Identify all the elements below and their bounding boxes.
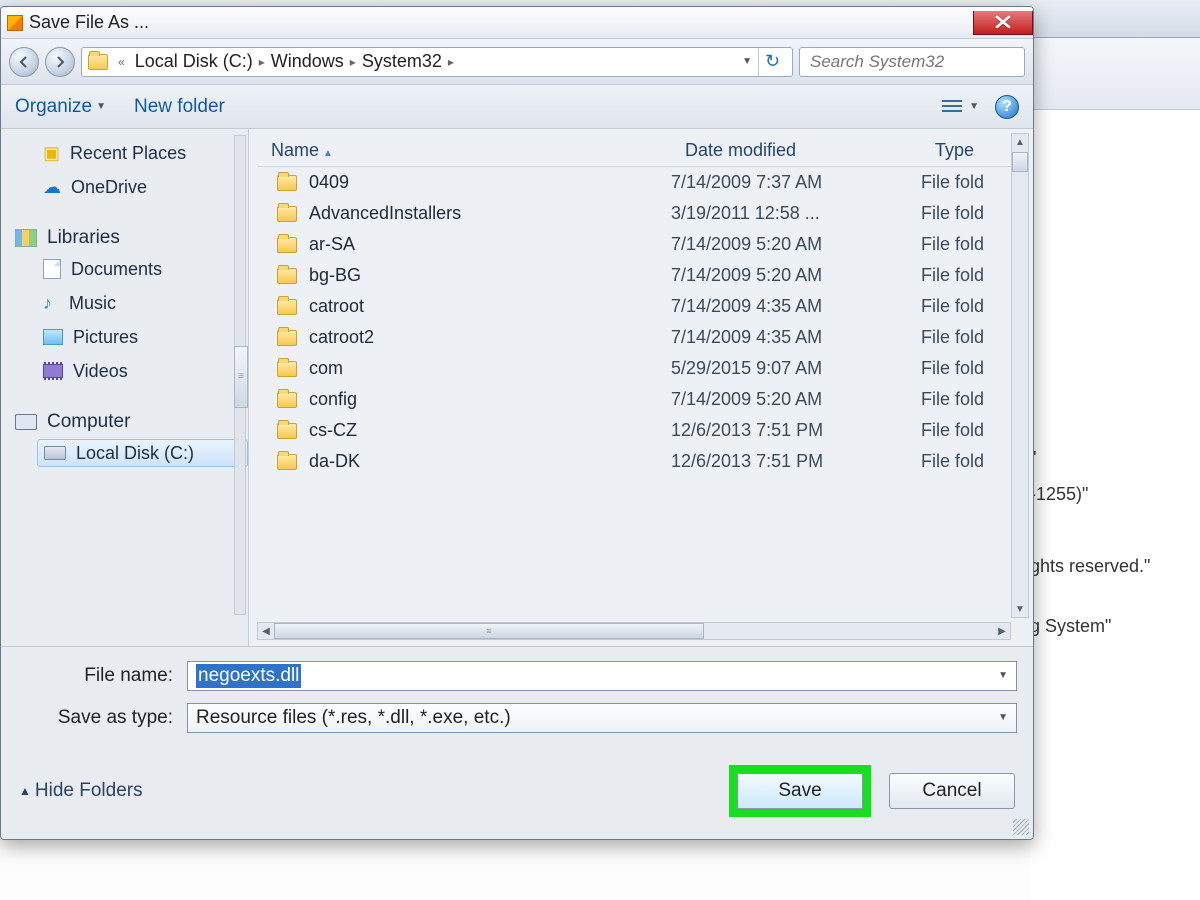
- sidebar: ▣ Recent Places ☁ OneDrive Libraries Doc…: [1, 129, 249, 646]
- file-row[interactable]: AdvancedInstallers3/19/2011 12:58 ...Fil…: [257, 198, 1011, 229]
- folder-icon: [277, 268, 297, 284]
- chevron-up-icon: ▲: [19, 784, 31, 798]
- help-button[interactable]: ?: [995, 95, 1019, 119]
- search-box[interactable]: [799, 47, 1025, 77]
- vscroll-thumb[interactable]: [1012, 152, 1028, 172]
- back-button[interactable]: [9, 47, 39, 77]
- column-name[interactable]: Name: [271, 140, 319, 160]
- sidebar-onedrive[interactable]: ☁ OneDrive: [37, 173, 248, 201]
- file-vscrollbar[interactable]: ▲ ▼: [1011, 133, 1029, 618]
- file-list-pane: Name ▲ Date modified Type 04097/14/2009 7…: [249, 129, 1033, 646]
- file-row[interactable]: config7/14/2009 5:20 AMFile fold: [257, 384, 1011, 415]
- cancel-button[interactable]: Cancel: [889, 773, 1015, 809]
- videos-icon: [43, 364, 63, 378]
- hide-folders-link[interactable]: ▲ Hide Folders: [19, 780, 143, 802]
- file-row[interactable]: catroot27/14/2009 4:35 AMFile fold: [257, 322, 1011, 353]
- sidebar-libraries[interactable]: Libraries: [15, 227, 248, 249]
- file-name-dropdown-icon[interactable]: ▼: [998, 670, 1008, 681]
- column-type[interactable]: Type: [921, 140, 1011, 161]
- chevron-right-icon[interactable]: ▸: [446, 55, 456, 69]
- sidebar-computer[interactable]: Computer: [15, 411, 248, 433]
- folder-icon: [277, 175, 297, 191]
- breadcrumb: Local Disk (C:) ▸ Windows ▸ System32 ▸: [135, 51, 456, 72]
- file-name-label: File name:: [84, 665, 187, 687]
- save-as-type-label: Save as type:: [58, 707, 187, 729]
- breadcrumb-item[interactable]: System32: [362, 51, 442, 72]
- computer-icon: [15, 414, 37, 430]
- chevron-left-icon[interactable]: «: [116, 55, 127, 69]
- sort-asc-icon: ▲: [323, 148, 333, 159]
- folder-icon: [88, 54, 108, 70]
- save-button[interactable]: Save: [737, 773, 863, 809]
- disk-icon: [44, 446, 66, 460]
- save-type-dropdown-icon[interactable]: ▼: [998, 712, 1008, 723]
- documents-icon: [43, 259, 61, 279]
- chevron-right-icon[interactable]: ▸: [348, 55, 358, 69]
- column-date[interactable]: Date modified: [671, 140, 921, 161]
- titlebar[interactable]: Save File As ...: [1, 7, 1033, 39]
- file-row[interactable]: catroot7/14/2009 4:35 AMFile fold: [257, 291, 1011, 322]
- window-title: Save File As ...: [29, 12, 149, 33]
- scroll-up-icon[interactable]: ▲: [1012, 134, 1028, 150]
- toolbar: Organize▼ New folder ▼ ?: [1, 85, 1033, 129]
- folder-icon: [277, 330, 297, 346]
- scroll-down-icon[interactable]: ▼: [1012, 601, 1028, 617]
- folder-icon: [277, 299, 297, 315]
- folder-icon: [277, 423, 297, 439]
- folder-icon: [277, 206, 297, 222]
- breadcrumb-item[interactable]: Local Disk (C:): [135, 51, 253, 72]
- file-list-header[interactable]: Name ▲ Date modified Type: [257, 135, 1011, 167]
- app-icon: [7, 15, 23, 31]
- folder-icon: [277, 237, 297, 253]
- save-button-highlight: Save: [729, 765, 871, 817]
- sidebar-documents[interactable]: Documents: [37, 255, 248, 283]
- save-as-type-dropdown[interactable]: Resource files (*.res, *.dll, *.exe, etc…: [187, 703, 1017, 733]
- scroll-left-icon[interactable]: ◀: [258, 623, 274, 639]
- save-form: File name: negoexts.dll ▼ Save as type: …: [1, 646, 1033, 751]
- refresh-button[interactable]: ↻: [758, 48, 786, 76]
- view-menu[interactable]: ▼: [941, 98, 979, 116]
- onedrive-icon: ☁: [43, 177, 61, 198]
- nav-row: « Local Disk (C:) ▸ Windows ▸ System32 ▸ ▼ ↻: [1, 39, 1033, 85]
- background-text: " -1255)" ghts reserved." g System": [1030, 110, 1200, 900]
- view-icon: [941, 98, 963, 116]
- sidebar-recent-places[interactable]: ▣ Recent Places: [37, 139, 248, 167]
- hscroll-thumb[interactable]: ≡: [274, 623, 704, 639]
- scroll-right-icon[interactable]: ▶: [994, 623, 1010, 639]
- file-row[interactable]: bg-BG7/14/2009 5:20 AMFile fold: [257, 260, 1011, 291]
- pictures-icon: [43, 329, 63, 345]
- new-folder-button[interactable]: New folder: [134, 96, 225, 118]
- close-button[interactable]: [973, 11, 1033, 35]
- file-hscrollbar[interactable]: ◀ ≡ ▶: [257, 622, 1011, 640]
- file-row[interactable]: cs-CZ12/6/2013 7:51 PMFile fold: [257, 415, 1011, 446]
- music-icon: ♪: [43, 294, 59, 312]
- sidebar-local-disk-c[interactable]: Local Disk (C:): [37, 439, 248, 467]
- dialog-button-row: ▲ Hide Folders Save Cancel: [1, 751, 1033, 839]
- search-input[interactable]: [808, 51, 1034, 73]
- file-row[interactable]: ar-SA7/14/2009 5:20 AMFile fold: [257, 229, 1011, 260]
- forward-button[interactable]: [45, 47, 75, 77]
- file-row[interactable]: da-DK12/6/2013 7:51 PMFile fold: [257, 446, 1011, 477]
- sidebar-videos[interactable]: Videos: [37, 357, 248, 385]
- folder-icon: [277, 392, 297, 408]
- organize-menu[interactable]: Organize▼: [15, 96, 106, 118]
- sidebar-pictures[interactable]: Pictures: [37, 323, 248, 351]
- recent-places-icon: ▣: [43, 143, 60, 164]
- breadcrumb-item[interactable]: Windows: [271, 51, 344, 72]
- file-name-input[interactable]: negoexts.dll ▼: [187, 661, 1017, 691]
- sidebar-scrollbar[interactable]: [234, 135, 246, 615]
- resize-grip[interactable]: [1013, 819, 1029, 835]
- folder-icon: [277, 361, 297, 377]
- address-dropdown-icon[interactable]: ▼: [742, 56, 752, 67]
- chevron-right-icon[interactable]: ▸: [257, 55, 267, 69]
- folder-icon: [277, 454, 297, 470]
- file-row[interactable]: com5/29/2015 9:07 AMFile fold: [257, 353, 1011, 384]
- libraries-icon: [15, 229, 37, 247]
- sidebar-music[interactable]: ♪ Music: [37, 289, 248, 317]
- save-file-dialog: Save File As ... « Local Disk (C:) ▸ Windo…: [0, 6, 1034, 840]
- address-bar[interactable]: « Local Disk (C:) ▸ Windows ▸ System32 ▸ ▼ ↻: [81, 47, 793, 77]
- file-row[interactable]: 04097/14/2009 7:37 AMFile fold: [257, 167, 1011, 198]
